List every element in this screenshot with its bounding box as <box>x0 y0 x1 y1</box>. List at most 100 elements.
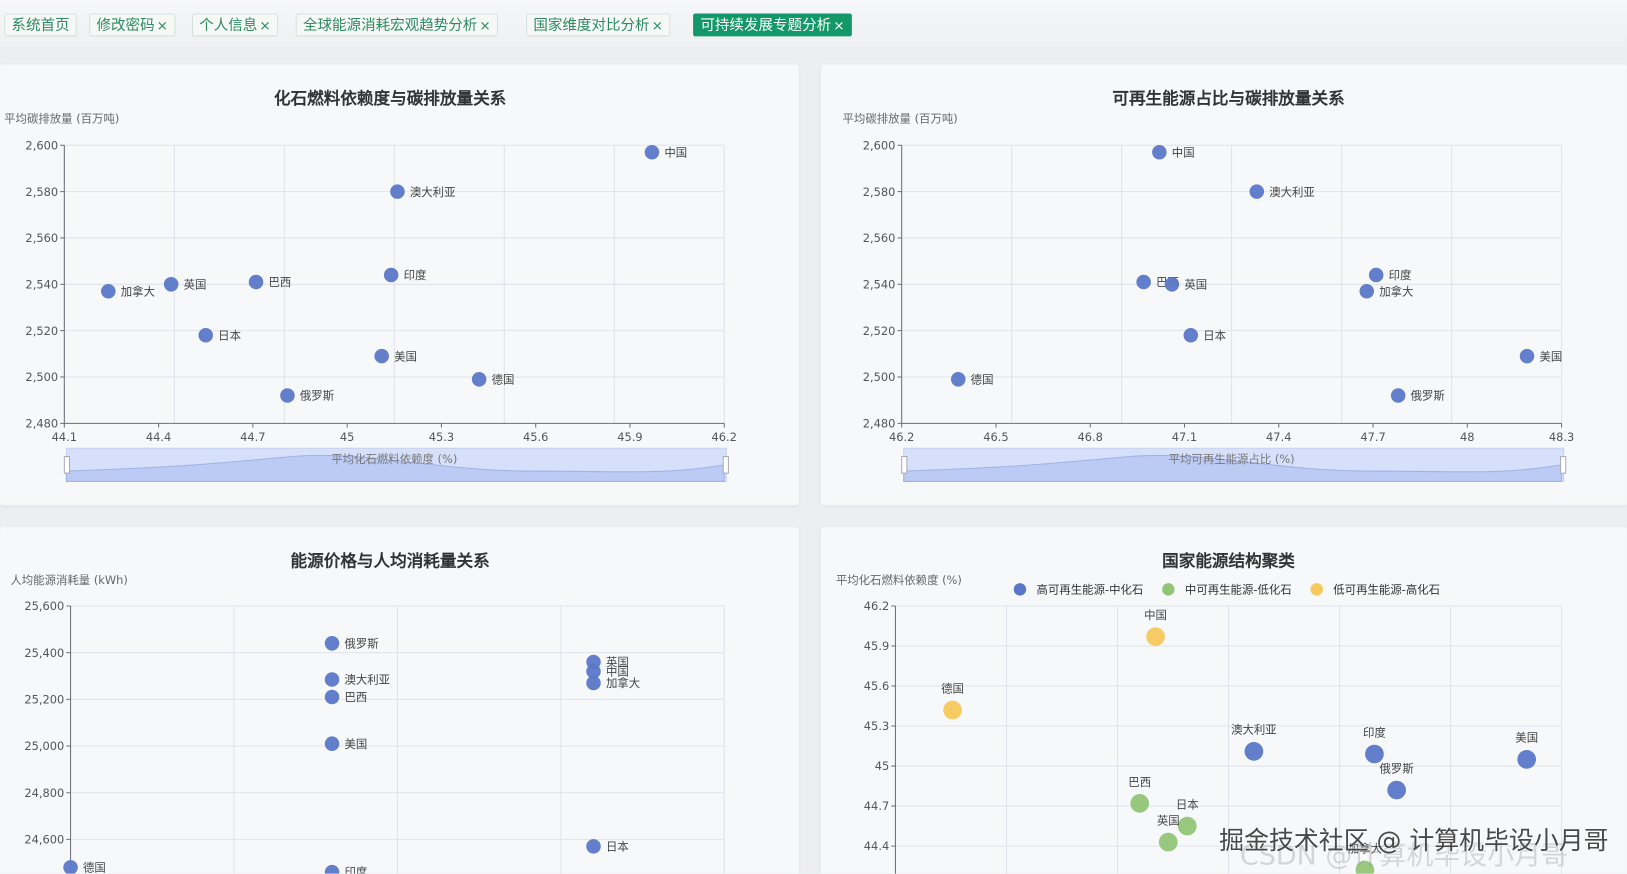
data-point[interactable] <box>198 328 214 343</box>
datazoom-slider[interactable]: 平均可再生能源占比 (%) <box>901 447 1567 482</box>
tab-bar: 系统首页 修改密码 × 个人信息 × 全球能源消耗宏观趋势分析 × 国家维度对比分析 × 可持续发… <box>0 0 1627 46</box>
point-label: 美国 <box>1539 349 1562 363</box>
y-axis-name: 平均化石燃料依赖度 (%) <box>836 573 962 587</box>
tab-1[interactable]: 修改密码 × <box>89 13 176 37</box>
data-point[interactable] <box>1177 816 1197 836</box>
data-point[interactable] <box>586 675 601 691</box>
datazoom-slider[interactable]: 平均化石燃料依赖度 (%) <box>63 447 729 482</box>
point-label: 中国 <box>664 145 687 159</box>
point-label: 俄罗斯 <box>1411 389 1445 403</box>
data-point[interactable] <box>374 348 389 364</box>
data-point[interactable] <box>324 689 340 705</box>
data-point[interactable] <box>1130 794 1150 813</box>
legend-label: 低可再生能源-高化石 <box>1333 583 1440 597</box>
data-point[interactable] <box>63 860 78 874</box>
data-point[interactable] <box>324 672 340 687</box>
data-point[interactable] <box>101 283 116 299</box>
y-tick-label: 45 <box>875 759 890 773</box>
data-point[interactable] <box>1390 388 1406 403</box>
data-point[interactable] <box>1152 144 1167 160</box>
data-point[interactable] <box>248 274 264 290</box>
chart-title: 可再生能源占比与碳排放量关系 <box>1112 88 1344 108</box>
y-tick-label: 2,560 <box>863 231 896 245</box>
tab-label: 可持续发展专题分析 <box>700 17 832 35</box>
chart-svg: 化石燃料依赖度与碳排放量关系平均碳排放量 (百万吨) 2,480 2,500 2,52… <box>4 88 737 482</box>
data-point[interactable] <box>471 372 487 387</box>
data-point[interactable] <box>1244 742 1264 761</box>
data-point[interactable] <box>390 184 405 199</box>
point-label: 美国 <box>344 737 367 751</box>
data-point[interactable] <box>1136 274 1151 290</box>
point-label: 美国 <box>394 349 417 363</box>
y-tick-label: 44.4 <box>864 839 889 853</box>
data-point[interactable] <box>586 839 601 854</box>
point-label: 美国 <box>1515 731 1538 745</box>
tab-label: 修改密码 <box>96 17 155 35</box>
x-tick-label: 44.4 <box>146 430 171 444</box>
point-label: 中国 <box>1144 608 1167 622</box>
data-point[interactable] <box>1368 267 1384 283</box>
data-point[interactable] <box>1158 832 1178 852</box>
point-label: 印度 <box>1389 268 1412 282</box>
y-axis-name: 平均碳排放量 (百万吨) <box>843 111 958 125</box>
point-label: 巴西 <box>1128 775 1151 789</box>
chart-title: 国家能源结构聚类 <box>1162 551 1295 571</box>
point-label: 英国 <box>1184 277 1207 291</box>
tab-5[interactable]: 可持续发展专题分析 × <box>693 13 852 37</box>
data-point[interactable] <box>324 636 340 651</box>
point-label: 日本 <box>1176 797 1199 811</box>
close-icon[interactable]: × <box>259 19 270 35</box>
data-point[interactable] <box>1183 328 1199 343</box>
tab-label: 全球能源消耗宏观趋势分析 <box>302 17 478 35</box>
y-tick-label: 24,600 <box>24 833 64 847</box>
y-tick-label: 46.2 <box>864 599 889 613</box>
point-label: 加拿大 <box>1379 284 1413 298</box>
tab-4[interactable]: 国家维度对比分析 × <box>526 13 671 37</box>
data-point[interactable] <box>1387 780 1406 800</box>
datazoom-handle-right <box>722 456 729 474</box>
data-point[interactable] <box>1164 277 1180 292</box>
y-tick-label: 2,580 <box>863 185 896 199</box>
legend-marker <box>1162 583 1175 596</box>
data-point[interactable] <box>1519 348 1535 364</box>
point-label: 印度 <box>404 268 427 282</box>
data-point[interactable] <box>943 700 962 720</box>
data-point[interactable] <box>324 736 340 751</box>
data-point[interactable] <box>163 277 179 292</box>
close-icon[interactable]: × <box>157 19 168 35</box>
legend-label: 中可再生能源-低化石 <box>1185 583 1292 597</box>
tab-0[interactable]: 系统首页 <box>4 13 77 37</box>
point-label: 德国 <box>971 372 994 386</box>
data-point[interactable] <box>1146 627 1165 646</box>
data-point[interactable] <box>383 267 399 283</box>
point-label: 印度 <box>1363 725 1386 739</box>
close-icon[interactable]: × <box>479 19 490 35</box>
datazoom-handle-right <box>1560 456 1567 474</box>
point-label: 俄罗斯 <box>344 636 378 650</box>
fossil-vs-emission-chart: 化石燃料依赖度与碳排放量关系 平均碳排放量 (百万吨) 2,480 2,500 2,52… <box>0 64 799 506</box>
close-icon[interactable]: × <box>652 19 663 35</box>
tab-label: 国家维度对比分析 <box>533 17 650 35</box>
x-tick-label: 47.1 <box>1172 430 1197 444</box>
point-label: 德国 <box>492 372 515 386</box>
point-label: 巴西 <box>344 690 367 704</box>
point-label: 澳大利亚 <box>410 185 456 199</box>
tab-2[interactable]: 个人信息 × <box>191 13 278 37</box>
tab-label: 系统首页 <box>11 17 70 35</box>
data-point[interactable] <box>1517 750 1537 769</box>
data-point[interactable] <box>280 388 295 403</box>
data-point[interactable] <box>644 144 660 160</box>
x-tick-label: 47.4 <box>1266 430 1291 444</box>
point-label: 巴西 <box>268 275 291 289</box>
point-label: 澳大利亚 <box>1269 185 1315 199</box>
data-point[interactable] <box>324 864 340 874</box>
close-icon[interactable]: × <box>833 19 844 35</box>
data-point[interactable] <box>1249 184 1265 199</box>
datazoom-handle-left <box>63 456 71 474</box>
data-point[interactable] <box>1359 283 1375 299</box>
legend-marker <box>1310 583 1323 596</box>
x-tick-label: 44.1 <box>52 430 77 444</box>
y-tick-label: 2,500 <box>863 370 896 384</box>
data-point[interactable] <box>950 372 966 387</box>
tab-3[interactable]: 全球能源消耗宏观趋势分析 × <box>295 13 498 37</box>
